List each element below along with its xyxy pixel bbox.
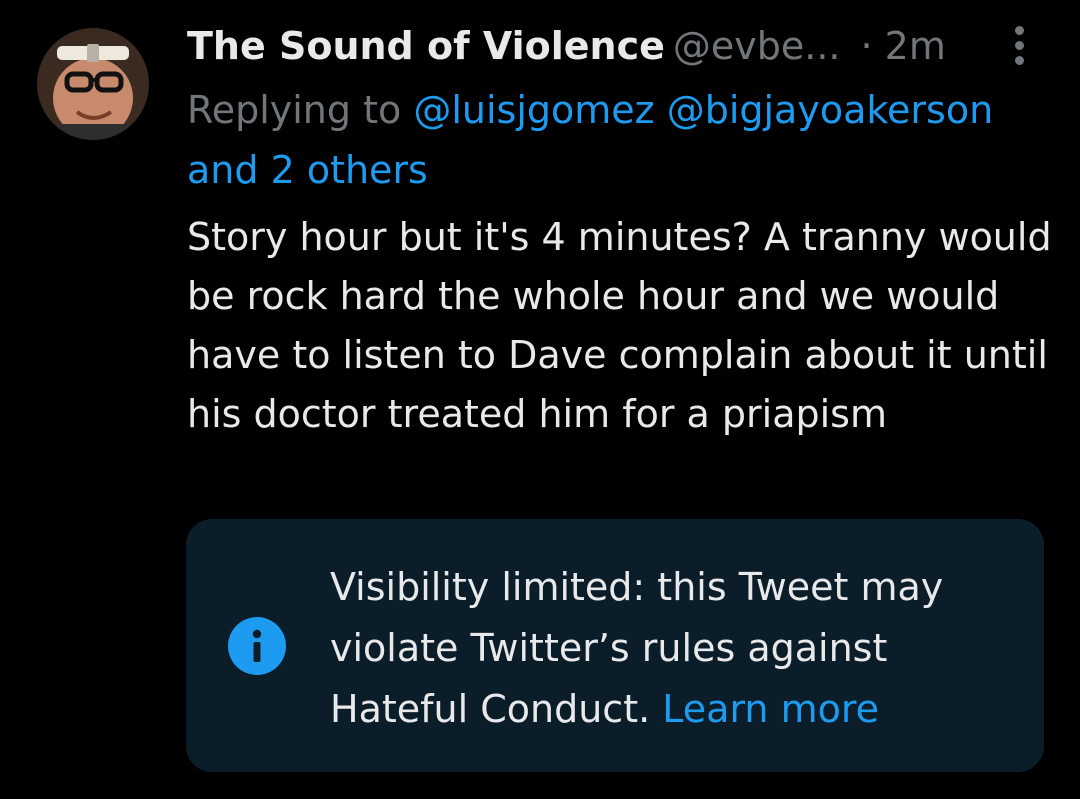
mention-bigjayoakerson[interactable]: @bigjayoakerson <box>667 88 993 132</box>
reply-prefix: Replying to <box>187 88 402 132</box>
notice-text: Visibility limited: this Tweet may viola… <box>330 557 1020 740</box>
more-options-vertical-icon[interactable] <box>1006 24 1034 68</box>
info-icon <box>228 617 286 675</box>
learn-more-link[interactable]: Learn more <box>662 687 879 731</box>
visibility-notice: Visibility limited: this Tweet may viola… <box>186 519 1044 772</box>
timestamp[interactable]: · 2m <box>861 24 946 68</box>
reply-others-link[interactable]: and 2 others <box>187 148 428 192</box>
reply-context: Replying to @luisjgomez @bigjayoakerson … <box>187 80 1057 200</box>
avatar[interactable] <box>37 28 149 140</box>
tweet-text: Story hour but it's 4 minutes? A tranny … <box>187 215 1052 436</box>
user-handle[interactable]: @evbe... <box>673 24 841 68</box>
display-name[interactable]: The Sound of Violence <box>187 24 665 68</box>
tweet-header: The Sound of Violence @evbe... · 2m <box>187 20 1027 72</box>
avatar-image <box>37 28 149 140</box>
mention-luisjgomez[interactable]: @luisjgomez <box>413 88 654 132</box>
